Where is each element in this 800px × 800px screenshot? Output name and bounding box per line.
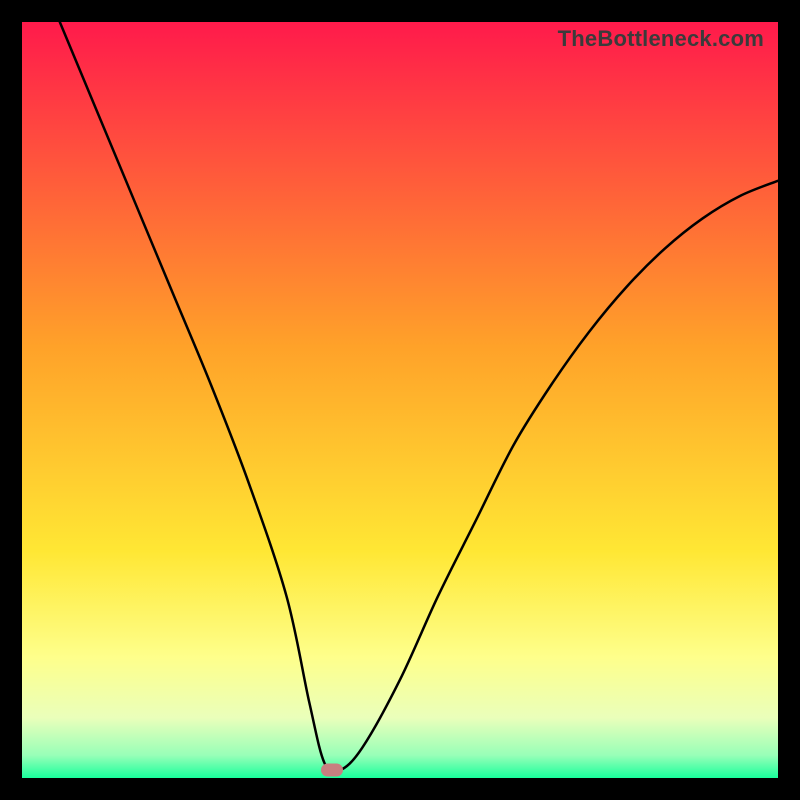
chart-frame: TheBottleneck.com: [0, 0, 800, 800]
plot-area: TheBottleneck.com: [22, 22, 778, 778]
bottleneck-curve: [22, 22, 778, 778]
optimal-marker: [321, 764, 343, 777]
watermark-text: TheBottleneck.com: [558, 26, 764, 52]
curve-path: [60, 22, 778, 772]
